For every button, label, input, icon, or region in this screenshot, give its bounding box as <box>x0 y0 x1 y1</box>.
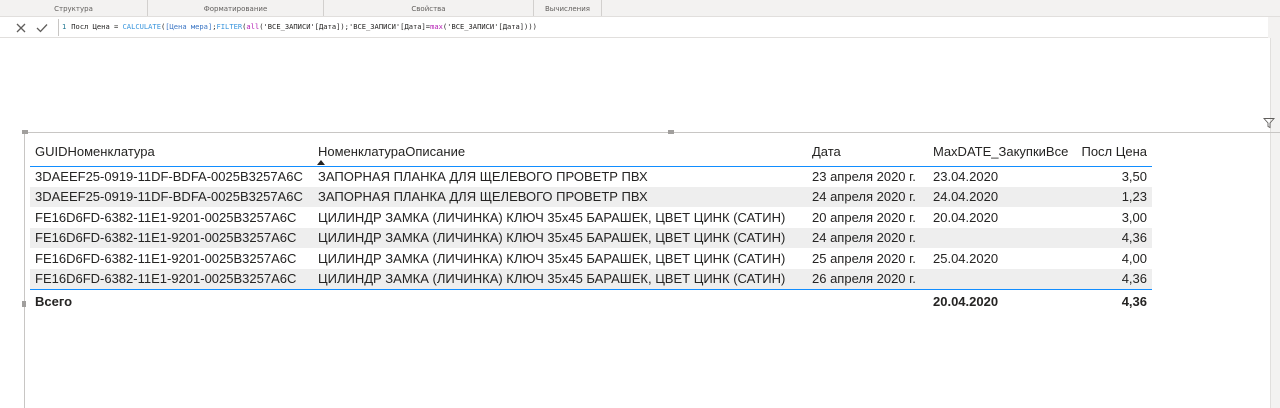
cell-maxdate <box>928 268 1076 289</box>
total-empty-date <box>807 289 928 313</box>
sort-ascending-icon <box>317 160 325 165</box>
header-row: GUIDНоменклатура НоменклатураОписание Да… <box>30 138 1152 166</box>
table-row[interactable]: FE16D6FD-6382-11E1-9201-0025B3257A6C ЦИЛ… <box>30 268 1152 289</box>
filter-icon[interactable] <box>1263 117 1275 129</box>
cell-guid: FE16D6FD-6382-11E1-9201-0025B3257A6C <box>30 268 313 289</box>
measure-name: Посл Цена = <box>71 22 123 31</box>
cell-date: 26 апреля 2020 г. <box>807 268 928 289</box>
cell-date: 20 апреля 2020 г. <box>807 207 928 228</box>
total-last-price: 4,36 <box>1121 293 1147 309</box>
column-header-maxdate[interactable]: MaxDATE_ЗакупкиВсе <box>928 138 1076 166</box>
cell-date: 24 апреля 2020 г. <box>807 227 928 248</box>
cell-last-price: 4,00 <box>1076 248 1152 269</box>
cell-maxdate: 20.04.2020 <box>928 207 1076 228</box>
cell-description: ЗАПОРНАЯ ПЛАНКА ДЛЯ ЩЕЛЕВОГО ПРОВЕТР ПВХ <box>313 186 807 207</box>
cell-description: ЦИЛИНДР ЗАМКА (ЛИЧИНКА) КЛЮЧ 35x45 БАРАШ… <box>313 207 807 228</box>
table-visual: GUIDНоменклатура НоменклатураОписание Да… <box>30 138 1152 313</box>
close-icon <box>16 23 26 32</box>
arg-max: ('ВСЕ_ЗАПИСИ'[Дата]) <box>442 22 529 31</box>
formula-bar: 1 Посл Цена = CALCULATE([Цена мера];FILTE… <box>0 17 1280 38</box>
column-header-last-price[interactable]: Посл Цена <box>1076 138 1152 166</box>
resize-handle-left-center[interactable] <box>22 301 26 307</box>
resize-handle-top-center[interactable] <box>668 130 674 134</box>
cell-guid: FE16D6FD-6382-11E1-9201-0025B3257A6C <box>30 207 313 228</box>
ribbon-group-formatting: Форматирование <box>148 0 324 16</box>
cell-guid: FE16D6FD-6382-11E1-9201-0025B3257A6C <box>30 227 313 248</box>
table-row[interactable]: FE16D6FD-6382-11E1-9201-0025B3257A6C ЦИЛ… <box>30 227 1152 248</box>
column-header-date[interactable]: Дата <box>807 138 928 166</box>
cell-maxdate: 23.04.2020 <box>928 166 1076 187</box>
formula-bar-divider <box>58 19 59 36</box>
cell-guid: 3DAEEF25-0919-11DF-BDFA-0025B3257A6C <box>30 186 313 207</box>
ref-measure: [Цена мера] <box>165 22 213 31</box>
cell-last-price: 4,36 <box>1076 268 1152 289</box>
ribbon-group-calculations: Вычисления <box>534 0 602 16</box>
cell-last-price: 4,36 <box>1076 227 1152 248</box>
cell-description: ЦИЛИНДР ЗАМКА (ЛИЧИНКА) КЛЮЧ 35x45 БАРАШ… <box>313 248 807 269</box>
column-header-description[interactable]: НоменклатураОписание <box>313 138 807 166</box>
cell-description: ЦИЛИНДР ЗАМКА (ЛИЧИНКА) КЛЮЧ 35x45 БАРАШ… <box>313 268 807 289</box>
fn-calculate: CALCULATE <box>122 22 161 31</box>
total-row[interactable]: Всего 20.04.2020 4,36 <box>30 289 1152 313</box>
table-row[interactable]: FE16D6FD-6382-11E1-9201-0025B3257A6C ЦИЛ… <box>30 207 1152 228</box>
check-icon <box>36 23 48 32</box>
column-header-guid[interactable]: GUIDНоменклатура <box>30 138 313 166</box>
cell-date: 24 апреля 2020 г. <box>807 186 928 207</box>
cell-guid: FE16D6FD-6382-11E1-9201-0025B3257A6C <box>30 248 313 269</box>
cell-maxdate <box>928 227 1076 248</box>
total-empty-description <box>313 289 807 313</box>
cell-date: 23 апреля 2020 г. <box>807 166 928 187</box>
cell-description: ЦИЛИНДР ЗАМКА (ЛИЧИНКА) КЛЮЧ 35x45 БАРАШ… <box>313 227 807 248</box>
cell-guid: 3DAEEF25-0919-11DF-BDFA-0025B3257A6C <box>30 166 313 187</box>
total-label: Всего <box>35 293 73 309</box>
table-row[interactable]: FE16D6FD-6382-11E1-9201-0025B3257A6C ЦИЛ… <box>30 248 1152 269</box>
cell-date: 25 апреля 2020 г. <box>807 248 928 269</box>
dax-formula-editor[interactable]: 1 Посл Цена = CALCULATE([Цена мера];FILTE… <box>62 21 537 33</box>
cell-description: ЗАПОРНАЯ ПЛАНКА ДЛЯ ЩЕЛЕВОГО ПРОВЕТР ПВХ <box>313 166 807 187</box>
resize-handle-top-left[interactable] <box>22 130 28 134</box>
cond-left: 'ВСЕ_ЗАПИСИ'[Дата]= <box>348 22 431 31</box>
formula-bar-scrollbar[interactable] <box>1268 17 1280 38</box>
cell-last-price: 1,23 <box>1076 186 1152 207</box>
cell-last-price: 3,50 <box>1076 166 1152 187</box>
closing-parens: )) <box>528 22 537 31</box>
total-maxdate: 20.04.2020 <box>933 293 999 309</box>
arg-all: ('ВСЕ_ЗАПИСИ'[Дата]) <box>259 22 345 31</box>
ribbon-group-labels: Структура Форматирование Свойства Вычисл… <box>0 0 1280 17</box>
fn-filter: FILTER <box>216 22 243 31</box>
table-row[interactable]: 3DAEEF25-0919-11DF-BDFA-0025B3257A6C ЗАП… <box>30 186 1152 207</box>
column-header-description-label: НоменклатураОписание <box>318 144 466 160</box>
ribbon-group-structure: Структура <box>0 0 148 16</box>
commit-formula-button[interactable] <box>33 19 51 36</box>
fn-max: max <box>430 22 443 31</box>
cancel-formula-button[interactable] <box>12 19 30 36</box>
line-number: 1 <box>62 22 67 31</box>
fn-all: all <box>246 22 260 31</box>
cell-maxdate: 24.04.2020 <box>928 186 1076 207</box>
cell-maxdate: 25.04.2020 <box>928 248 1076 269</box>
cell-last-price: 3,00 <box>1076 207 1152 228</box>
table-row[interactable]: 3DAEEF25-0919-11DF-BDFA-0025B3257A6C ЗАП… <box>30 166 1152 187</box>
ribbon-group-properties: Свойства <box>324 0 534 16</box>
